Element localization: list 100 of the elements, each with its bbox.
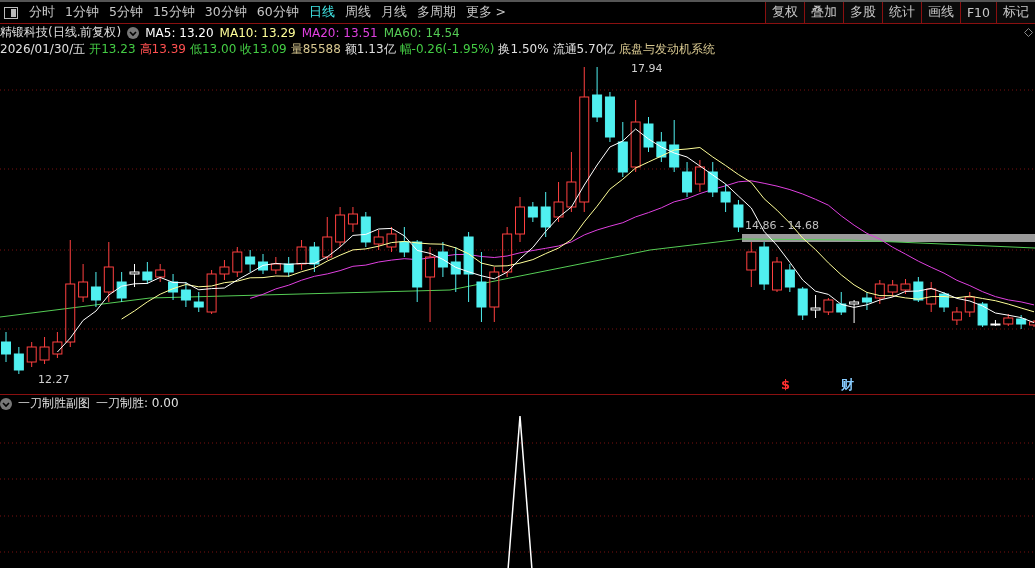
candlestick [258, 253, 268, 275]
candlestick [553, 181, 564, 223]
toolbar-button[interactable]: 统计 [881, 2, 921, 23]
moving-average-value: MA20: 13.51 [301, 25, 378, 40]
toolbar-button[interactable]: F10 [959, 2, 996, 23]
moving-average-value: MA5: 13.20 [145, 25, 214, 40]
candlestick [52, 331, 63, 359]
event-marker[interactable]: $ [781, 377, 791, 392]
toolbar-button[interactable]: 多股 [842, 2, 882, 23]
indicator-reading: 一刀制胜: 0.00 [96, 395, 179, 412]
candlestick [142, 261, 153, 285]
candlestick [784, 263, 795, 293]
quote-value: 开13.23 [89, 41, 136, 58]
candlestick [373, 229, 384, 251]
candlestick [219, 259, 230, 281]
candlestick [399, 226, 410, 258]
candlestick [360, 211, 371, 248]
quote-value: 低13.00 [189, 41, 237, 58]
candlestick [990, 319, 1001, 327]
candlestick [566, 151, 577, 213]
candlestick [39, 336, 50, 365]
quote-value: 幅-0.26(-1.95%) [399, 41, 495, 58]
candlestick [861, 291, 872, 311]
low-price-label: 12.27 [38, 373, 70, 386]
candlestick [836, 291, 847, 316]
quote-value: 底盘与发动机系统 [619, 41, 716, 58]
period-tab[interactable]: 周线 [339, 4, 376, 21]
candlestick [951, 306, 962, 326]
high-price-label: 17.94 [631, 62, 663, 75]
candlestick [129, 263, 140, 288]
period-tab[interactable]: 60分钟 [251, 4, 304, 21]
period-tab[interactable]: 月线 [375, 4, 412, 21]
candlestick [643, 116, 654, 153]
period-tab[interactable]: 日线 [303, 4, 340, 21]
candlestick [874, 279, 885, 305]
candlestick [78, 263, 89, 303]
candlestick [322, 216, 333, 261]
candlestick [386, 226, 397, 253]
quote-value: 量85588 [290, 41, 341, 58]
candlestick [926, 281, 937, 313]
candlestick [977, 301, 988, 328]
candlestick [13, 346, 24, 375]
period-tab[interactable]: 15分钟 [147, 4, 200, 21]
toolbar-button[interactable]: 画线 [920, 2, 960, 23]
candlestick [900, 278, 911, 295]
candlestick [707, 161, 718, 198]
candlestick [463, 231, 474, 303]
candlestick [939, 291, 950, 313]
candlestick [810, 294, 821, 319]
period-tab[interactable]: 1分钟 [60, 4, 104, 21]
candlestick [913, 276, 924, 303]
candlestick [797, 286, 808, 321]
candlestick [1016, 314, 1027, 330]
period-tab[interactable]: 30分钟 [199, 4, 252, 21]
moving-average-value: MA60: 14.54 [383, 25, 460, 40]
candlestick [759, 241, 770, 291]
quote-value: 收13.09 [240, 41, 287, 58]
candlestick [232, 246, 243, 278]
event-marker[interactable]: 财 [841, 377, 854, 392]
diamond-icon[interactable] [1024, 28, 1033, 37]
candlestick [720, 183, 731, 213]
candlestick [245, 249, 256, 273]
candlestick [502, 226, 513, 278]
period-tab[interactable]: 5分钟 [103, 4, 148, 21]
chevron-down-icon[interactable] [127, 26, 140, 39]
quote-value: 流通5.70亿 [552, 41, 616, 58]
candlestick [887, 279, 898, 298]
panel-toggle-icon[interactable] [4, 6, 18, 19]
toolbar-button[interactable]: 叠加 [803, 2, 843, 23]
candlestick [656, 131, 667, 163]
candlestick [103, 241, 114, 303]
candlestick [772, 256, 782, 293]
chart-title: 精锻科技(日线.前复权) [0, 24, 122, 41]
candlestick [116, 271, 127, 303]
candlestick [206, 269, 217, 315]
toolbar-button[interactable]: 标记 [996, 2, 1035, 23]
candlestick [746, 241, 757, 288]
candlestick [682, 161, 693, 198]
candlestick [168, 273, 179, 301]
candlestick [527, 201, 538, 223]
chevron-down-icon[interactable] [0, 397, 12, 410]
candlestick [180, 281, 191, 308]
candlestick [450, 246, 461, 293]
period-tab[interactable]: 分时 [24, 4, 60, 21]
candlestick [1029, 319, 1035, 328]
quote-value: 换1.50% [498, 41, 549, 58]
candlestick [1, 331, 11, 363]
candlestick [270, 256, 281, 275]
candlestick [669, 119, 680, 173]
candlestick [694, 159, 705, 193]
quote-value: 2026/01/30/五 [0, 41, 86, 58]
candlestick [1003, 313, 1014, 327]
candlestick [540, 191, 551, 238]
candlestick [155, 263, 166, 283]
moving-average-value: MA10: 13.29 [219, 25, 296, 40]
period-tab[interactable]: 更多 > [460, 4, 512, 21]
candlestick [476, 251, 487, 323]
toolbar-button[interactable]: 复权 [764, 2, 804, 23]
period-tab[interactable]: 多周期 [411, 4, 461, 21]
candlestick [964, 291, 975, 318]
